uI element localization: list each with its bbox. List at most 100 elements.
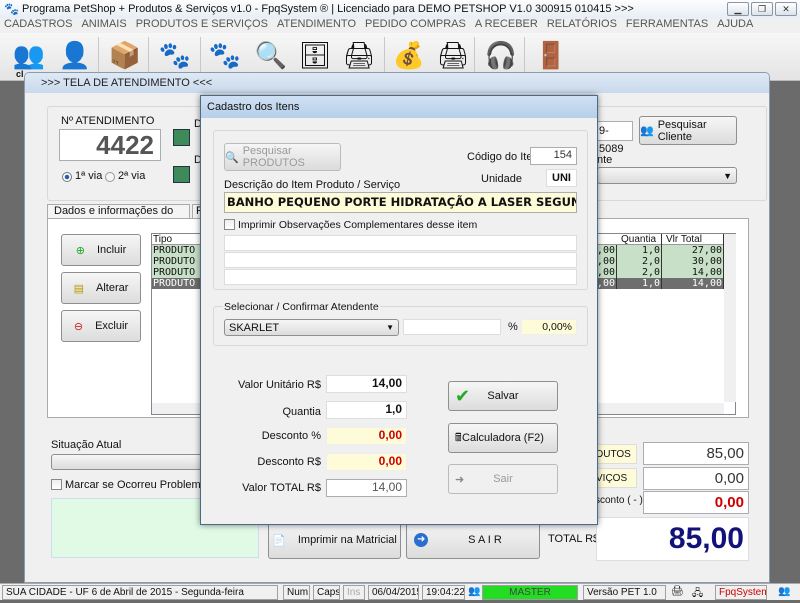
attendant-group-label: Selecionar / Confirmar Atendente [223, 301, 380, 313]
client-label: nte [597, 154, 613, 166]
unit-price-label: Valor Unitário R$ [238, 379, 321, 391]
qty-label: Quantia [282, 406, 321, 418]
printer-icon[interactable]: 🖨 [342, 37, 376, 73]
incluir-button[interactable]: ⊕ Incluir [61, 234, 141, 266]
menu-a-receber[interactable]: A RECEBER [475, 18, 538, 33]
search-products-button[interactable]: 🔍 Pesquisar PRODUTOS [224, 143, 341, 171]
menu-atendimento[interactable]: ATENDIMENTO [277, 18, 356, 33]
save-label: Salvar [487, 390, 519, 402]
window-header: >>> TELA DE ATENDIMENTO <<< [25, 73, 769, 93]
app-paw-icon: 🐾 [4, 2, 19, 16]
client-combo[interactable]: ▼ [597, 167, 737, 184]
attendant-combo[interactable]: SKARLET ▼ [224, 319, 399, 336]
search-document-icon[interactable]: 🔍 [254, 37, 288, 73]
menu-ferramentas[interactable]: FERRAMENTAS [626, 18, 708, 33]
status-city-date: SUA CIDADE - UF 6 de Abril de 2015 - Seg… [2, 585, 278, 600]
menu-produtos-servicos[interactable]: PRODUTOS E SERVIÇOS [136, 18, 268, 33]
phone-field[interactable]: 9-5089 [597, 121, 633, 155]
status-bar: SUA CIDADE - UF 6 de Abril de 2015 - Seg… [0, 583, 800, 600]
vertical-scrollbar[interactable] [724, 234, 736, 402]
users-icon: 👥 [778, 586, 791, 597]
restore-button[interactable]: ❐ [751, 2, 773, 16]
obs-line-2[interactable] [224, 252, 577, 268]
network-icon: 🖧 [692, 588, 704, 599]
toolbar-label: cl [16, 69, 24, 79]
menu-relatorios[interactable]: RELATÓRIOS [547, 18, 617, 33]
description-field[interactable]: BANHO PEQUENO PORTE HIDRATAÇÃO A LASER S… [224, 192, 577, 213]
status-user: MASTER [482, 585, 578, 600]
paw-icon[interactable]: 🐾 [158, 37, 192, 73]
atendimento-number: 4422 [59, 129, 161, 161]
exit-door-icon[interactable]: 🚪 [534, 37, 568, 73]
attendant-extra-field[interactable] [403, 319, 501, 335]
status-num: Num [283, 585, 310, 600]
unit-field[interactable]: UNI [546, 169, 577, 187]
exit-button[interactable]: ➜ Sair [448, 464, 558, 494]
menu-bar: CADASTROS ANIMAIS PRODUTOS E SERVIÇOS AT… [0, 18, 800, 33]
calculator-icon: 🖩 [455, 431, 462, 444]
via2-label: 2ª via [118, 170, 146, 182]
imprimir-matricial-button[interactable]: 📄 Imprimir na Matricial [268, 521, 401, 559]
save-button[interactable]: ✔ Salvar [448, 381, 558, 411]
magnifier-icon: 🔍 [225, 151, 239, 164]
disc-pct-field[interactable]: 0,00 [326, 427, 407, 445]
menu-animais[interactable]: ANIMAIS [81, 18, 126, 33]
money-icon[interactable]: 💰 [392, 37, 426, 73]
pct-symbol: % [508, 321, 518, 333]
menu-cadastros[interactable]: CADASTROS [4, 18, 72, 33]
products-boxes-icon[interactable]: 📦 [108, 37, 142, 73]
arrow-right-icon: ➜ [455, 473, 465, 486]
calendar-icon[interactable] [173, 166, 190, 183]
total-value: 85,00 [596, 517, 749, 561]
via1-label: 1ª via [75, 170, 103, 182]
client-search-icon: 👥 [640, 125, 654, 137]
unit-price-field[interactable]: 14,00 [326, 375, 407, 393]
menu-ajuda[interactable]: AJUDA [717, 18, 753, 33]
alterar-button[interactable]: ▤ Alterar [61, 272, 141, 304]
via1-radio[interactable] [62, 172, 72, 182]
search-client-button[interactable]: 👥 Pesquisar Cliente [639, 116, 737, 145]
qty-field[interactable]: 1,0 [326, 401, 407, 419]
support-icon[interactable]: 🎧 [484, 37, 518, 73]
desc-label: Descrição do Item Produto / Serviço [224, 179, 401, 191]
col-total[interactable]: Vlr Total [662, 234, 724, 245]
obs-checkbox[interactable] [224, 219, 235, 230]
users-icon: 👥 [468, 586, 481, 597]
report-print-icon[interactable]: 🖨 [436, 37, 470, 73]
total-servicos-value: 0,00 [643, 467, 749, 490]
col-quantia[interactable]: Quantia [617, 234, 662, 245]
attendant-value: SKARLET [229, 321, 280, 334]
excluir-button[interactable]: ⊖ Excluir [61, 310, 141, 342]
cadastro-itens-dialog: Cadastro dos Itens 🔍 Pesquisar PRODUTOS C… [200, 95, 598, 525]
pet-health-icon[interactable]: 🐾 [208, 37, 242, 73]
exit-label: Sair [493, 473, 513, 485]
code-field[interactable]: 154 [530, 147, 577, 165]
commission-pct-field[interactable]: 0,00% [521, 319, 577, 335]
total-produtos-value: 85,00 [643, 442, 749, 465]
checkmark-icon: ✔ [455, 385, 471, 406]
clients-icon[interactable]: 👥 [12, 37, 46, 73]
user-icon[interactable]: 👤 [58, 37, 92, 73]
obs-line-3[interactable] [224, 269, 577, 285]
obs-checkbox-label: Imprimir Observações Complementares dess… [238, 219, 478, 231]
menu-pedido-compras[interactable]: PEDIDO COMPRAS [365, 18, 466, 33]
archive-icon[interactable]: 🗄 [298, 37, 332, 73]
tab-animal[interactable]: Dados e informações do Animal -> [47, 204, 190, 230]
desconto-value: 0,00 [643, 491, 749, 514]
minimize-button[interactable]: ▁ [727, 2, 749, 16]
sair-label: S A I R [468, 534, 502, 546]
sair-button[interactable]: ➜ S A I R [406, 521, 540, 559]
obs-line-1[interactable] [224, 235, 577, 251]
close-button[interactable]: ✕ [775, 2, 797, 16]
search-products-label: Pesquisar PRODUTOS [242, 145, 305, 169]
atendimento-label: Nº ATENDIMENTO [61, 115, 155, 127]
via2-radio[interactable] [105, 172, 115, 182]
disc-field[interactable]: 0,00 [326, 453, 407, 471]
calendar-icon[interactable] [173, 129, 190, 146]
calculator-button[interactable]: 🖩 Calculadora (F2) [448, 423, 558, 453]
printer-icon: 🖨 [671, 586, 684, 597]
arrow-right-icon: ➜ [414, 533, 429, 547]
problem-checkbox[interactable] [51, 479, 62, 490]
status-date: 06/04/2015 [368, 585, 419, 600]
item-total-label: Valor TOTAL R$ [242, 482, 321, 494]
